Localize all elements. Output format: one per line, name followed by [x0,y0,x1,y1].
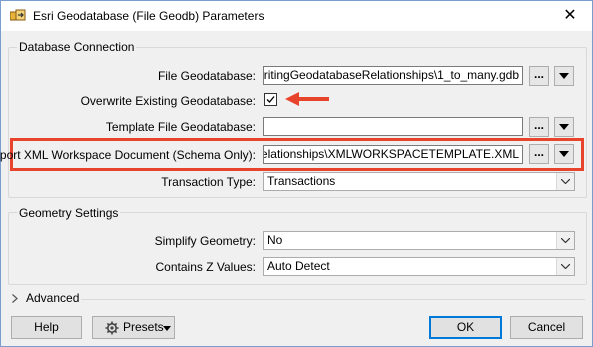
overwrite-label: Overwrite Existing Geodatabase: [80,94,256,108]
triangle-down-icon [559,151,569,157]
template-label: Template File Geodatabase: [105,120,256,134]
presets-button[interactable]: Presets [92,316,175,339]
template-browse-button[interactable]: ... [529,117,549,137]
simplify-geometry-select[interactable]: No [263,231,575,250]
red-arrow-icon [285,92,329,106]
import-xml-menu-button[interactable] [554,144,574,164]
advanced-label: Advanced [26,291,80,305]
file-geodatabase-value: S_WritingGeodatabaseRelationships\1_to_m… [263,68,519,82]
transaction-type-value: Transactions [267,174,336,188]
triangle-down-icon [163,326,171,331]
geometry-settings-title: Geometry Settings [17,206,121,220]
import-xml-value: abaseRelationships\XMLWORKSPACETEMPLATE.… [264,147,519,161]
ok-button[interactable]: OK [429,316,502,339]
chevron-down-icon [556,258,574,275]
simplify-geometry-label: Simplify Geometry: [154,234,256,248]
template-field[interactable] [263,117,523,136]
overwrite-checkbox[interactable] [264,93,277,106]
help-button[interactable]: Help [11,316,82,339]
database-connection-title: Database Connection [17,40,137,54]
contains-z-select[interactable]: Auto Detect [263,257,575,276]
advanced-divider [81,299,585,300]
presets-label: Presets [123,320,164,334]
close-button[interactable]: ✕ [548,1,592,31]
transaction-type-select[interactable]: Transactions [263,172,575,191]
parameters-dialog: Esri Geodatabase (File Geodb) Parameters… [0,0,593,347]
contains-z-value: Auto Detect [267,259,330,273]
checkmark-icon [266,96,275,103]
simplify-geometry-value: No [267,233,283,247]
file-geodatabase-browse-button[interactable]: ... [529,66,549,86]
file-geodatabase-label: File Geodatabase: [157,69,256,83]
contains-z-label: Contains Z Values: [155,260,257,274]
close-icon: ✕ [563,7,577,24]
transaction-type-label: Transaction Type: [161,175,256,189]
triangle-down-icon [559,73,569,79]
triangle-down-icon [559,124,569,130]
fme-writer-icon [10,9,26,21]
chevron-down-icon [556,232,574,249]
import-xml-field[interactable]: abaseRelationships\XMLWORKSPACETEMPLATE.… [263,145,523,164]
file-geodatabase-field[interactable]: S_WritingGeodatabaseRelationships\1_to_m… [263,66,523,85]
import-xml-label: Import XML Workspace Document (Schema On… [0,148,256,162]
chevron-right-icon [12,294,18,303]
chevron-down-icon [556,173,574,190]
template-menu-button[interactable] [554,117,574,137]
cancel-button[interactable]: Cancel [510,316,583,339]
window-title: Esri Geodatabase (File Geodb) Parameters [33,9,265,23]
import-xml-browse-button[interactable]: ... [529,144,549,164]
title-bar: Esri Geodatabase (File Geodb) Parameters… [1,1,592,31]
gear-icon [105,321,119,335]
file-geodatabase-menu-button[interactable] [554,66,574,86]
